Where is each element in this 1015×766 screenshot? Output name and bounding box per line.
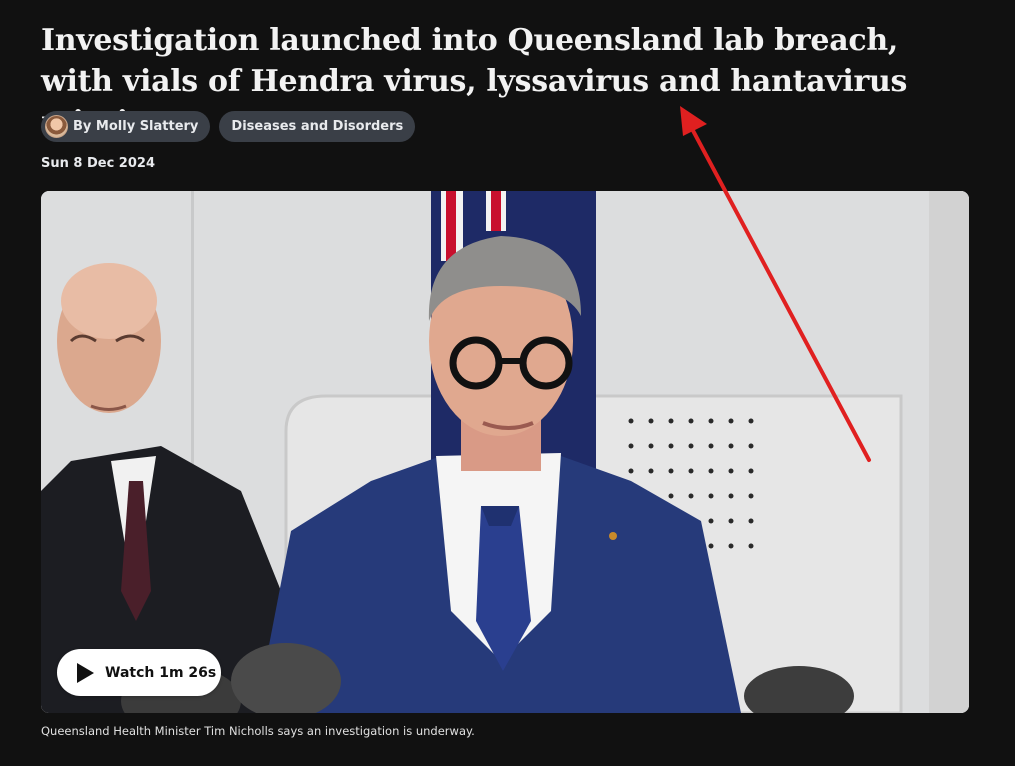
video-frame-image xyxy=(41,191,969,713)
watch-label: Watch 1m 26s xyxy=(105,664,217,681)
watch-video-button[interactable]: Watch 1m 26s xyxy=(57,649,221,696)
play-icon xyxy=(77,662,94,683)
article-meta: By Molly Slattery Diseases and Disorders xyxy=(41,111,416,142)
video-player[interactable] xyxy=(41,191,969,713)
topic-tag-link[interactable]: Diseases and Disorders xyxy=(219,111,416,142)
author-avatar xyxy=(45,115,68,138)
publish-date: Sun 8 Dec 2024 xyxy=(41,156,155,171)
author-label: By Molly Slattery xyxy=(73,119,199,134)
author-link[interactable]: By Molly Slattery xyxy=(41,111,211,142)
video-caption: Queensland Health Minister Tim Nicholls … xyxy=(41,724,475,738)
article-page: Investigation launched into Queensland l… xyxy=(0,0,1015,766)
